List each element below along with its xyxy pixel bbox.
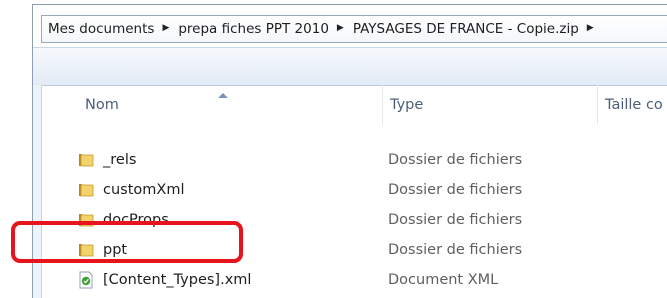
address-bar[interactable]: Mes documents ▶ prepa fiches PPT 2010 ▶ …: [41, 15, 667, 43]
breadcrumb-zip-file[interactable]: PAYSAGES DE FRANCE - Copie.zip: [353, 21, 579, 37]
file-type: Dossier de fichiers: [388, 242, 523, 258]
column-divider[interactable]: [382, 85, 383, 125]
list-item[interactable]: customXml Dossier de fichiers: [33, 175, 667, 205]
column-header-size[interactable]: Taille co: [605, 85, 663, 125]
file-type: Dossier de fichiers: [388, 152, 523, 168]
sort-ascending-icon: [218, 93, 228, 98]
file-name: _rels: [103, 152, 137, 168]
column-header-type[interactable]: Type: [390, 85, 423, 125]
column-header-name-label: Nom: [85, 97, 119, 113]
column-divider[interactable]: [597, 85, 598, 125]
command-toolbar: [33, 47, 667, 86]
file-type: Dossier de fichiers: [388, 212, 523, 228]
column-header-size-label: Taille co: [605, 97, 663, 113]
breadcrumb-mes-documents[interactable]: Mes documents: [48, 21, 154, 37]
file-type: Dossier de fichiers: [388, 182, 523, 198]
breadcrumb-arrow-icon[interactable]: ▶: [587, 23, 594, 33]
highlight-box: [11, 221, 243, 263]
column-header-name[interactable]: Nom: [85, 85, 119, 125]
list-item[interactable]: [Content_Types].xml Document XML: [33, 265, 667, 295]
folder-icon: [79, 154, 94, 167]
list-item[interactable]: _rels Dossier de fichiers: [33, 145, 667, 175]
breadcrumb-arrow-icon[interactable]: ▶: [162, 23, 169, 33]
file-name: customXml: [103, 182, 185, 198]
file-name: [Content_Types].xml: [103, 272, 252, 288]
breadcrumb-arrow-icon[interactable]: ▶: [337, 23, 344, 33]
column-header-type-label: Type: [390, 97, 424, 113]
file-type: Document XML: [388, 272, 499, 288]
folder-icon: [79, 184, 94, 197]
xml-document-icon: [79, 271, 93, 289]
breadcrumb-prepa-fiches[interactable]: prepa fiches PPT 2010: [178, 21, 329, 37]
